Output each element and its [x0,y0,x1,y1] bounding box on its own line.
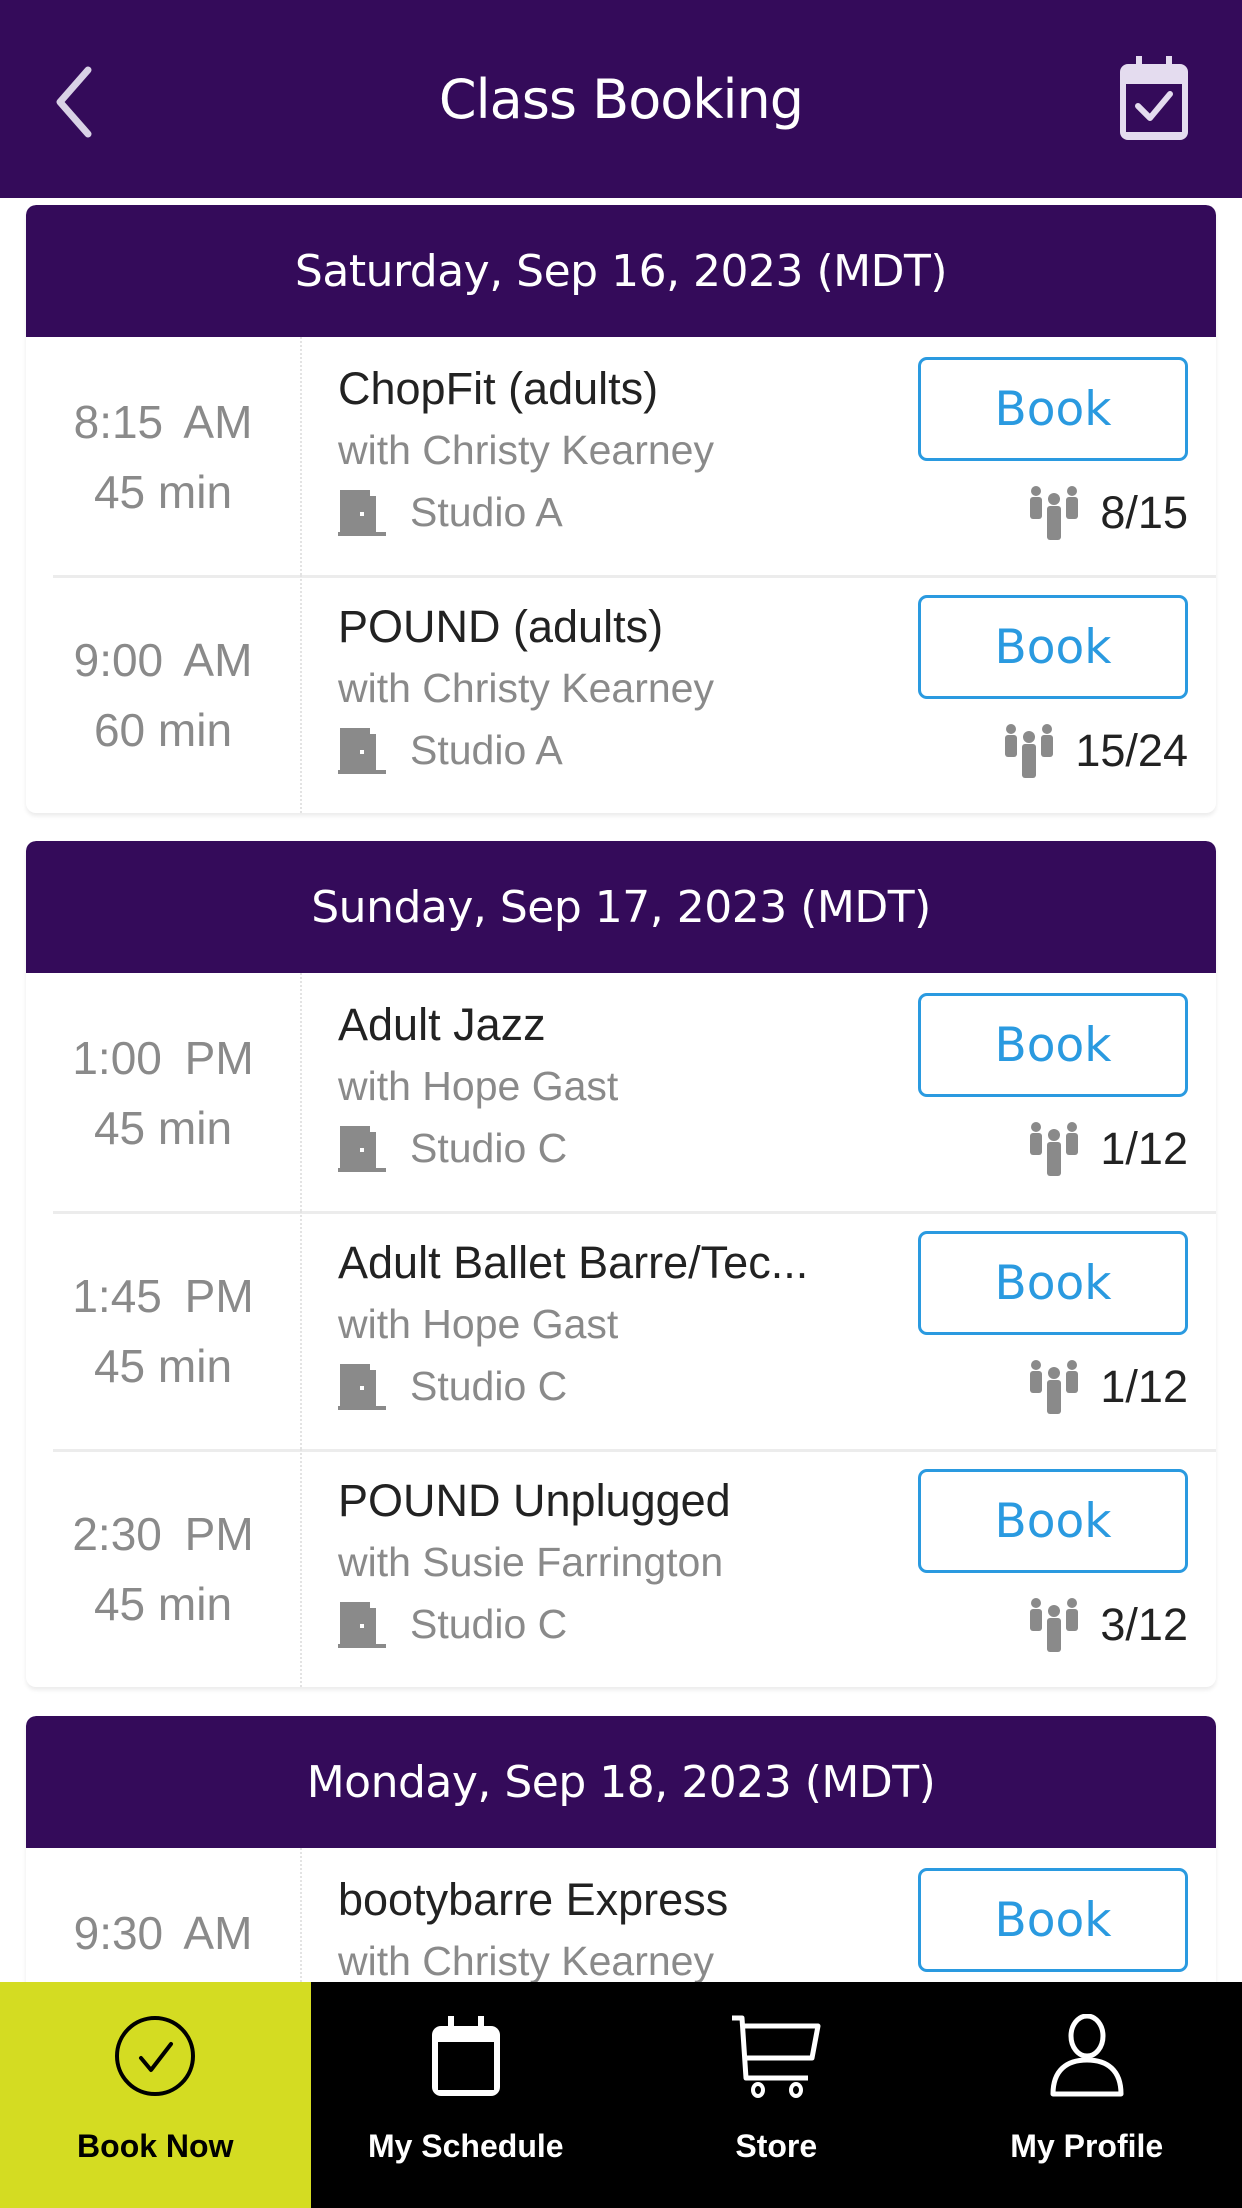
class-schedule-list[interactable]: Saturday, Sep 16, 2023 (MDT) 8:15 AM 45 … [0,198,1242,1982]
book-button[interactable]: Book [918,1868,1188,1972]
capacity-count: 3/12 [1100,1599,1188,1650]
people-icon [1030,1598,1079,1652]
location-label: Studio C [410,1601,568,1647]
bottom-tab-bar: Book Now My Schedule Store My Profile [0,1982,1242,2208]
class-name: POUND Unplugged [338,1475,731,1526]
book-button[interactable]: Book [918,993,1188,1097]
person-icon [1050,2014,1124,2097]
class-duration: 45 min [93,1102,233,1154]
book-button[interactable]: Book [918,595,1188,699]
people-icon [1030,486,1079,540]
capacity: 1/12 [1026,1121,1188,1177]
book-button[interactable]: Book [918,1469,1188,1573]
class-row[interactable]: 2:30 PM 45 min POUND Unplugged with Susi… [26,1449,1216,1687]
class-name: ChopFit (adults) [338,363,659,414]
tab-label: Store [735,2128,818,2164]
calendar-check-icon [1120,56,1188,140]
door-icon [338,489,386,536]
people-icon [1030,1122,1079,1176]
capacity-count: 1/12 [1100,1361,1188,1412]
tab-book-now[interactable]: Book Now [0,1982,311,2208]
class-instructor: with Hope Gast [338,1301,619,1347]
tab-label: My Profile [1010,2128,1164,2164]
calendar-icon [431,2016,500,2096]
class-name: Adult Jazz [338,999,546,1050]
time-column: 1:45 PM 45 min [26,1211,302,1449]
class-location: Studio C [338,1363,567,1410]
class-location: Studio A [338,489,563,536]
class-instructor: with Susie Farrington [338,1539,724,1585]
class-location: Studio A [338,727,563,774]
door-icon [338,727,386,774]
capacity: 15/24 [1001,723,1188,779]
capacity: 1/12 [1026,1359,1188,1415]
location-label: Studio A [410,727,563,773]
tab-label: My Schedule [367,2128,564,2164]
class-time: 9:00 AM [73,634,253,686]
time-column: 2:30 PM 45 min [26,1449,302,1687]
people-icon [1005,724,1054,778]
class-instructor: with Christy Kearney [338,427,714,473]
book-button[interactable]: Book [918,1231,1188,1335]
class-duration: 45 min [93,1340,233,1392]
tab-my-profile[interactable]: My Profile [932,1982,1242,2208]
class-time: 1:45 PM [72,1270,254,1322]
class-time: 8:15 AM [73,396,253,448]
tab-my-schedule[interactable]: My Schedule [311,1982,622,2208]
class-instructor: with Christy Kearney [338,665,714,711]
class-duration: 45 min [93,1578,233,1630]
class-duration: 60 min [93,704,233,756]
door-icon [338,1125,386,1172]
check-circle-icon [115,2016,196,2096]
book-button[interactable]: Book [918,357,1188,461]
day-section: Sunday, Sep 17, 2023 (MDT) 1:00 PM 45 mi… [26,841,1216,1687]
class-time: 1:00 PM [72,1032,254,1084]
class-instructor: with Hope Gast [338,1063,619,1109]
door-icon [338,1601,386,1648]
people-icon [1030,1360,1079,1414]
location-label: Studio C [410,1363,568,1409]
class-name: Adult Ballet Barre/Tec... [338,1237,809,1288]
class-row[interactable]: 1:45 PM 45 min Adult Ballet Barre/Tec...… [26,1211,1216,1449]
day-header: Sunday, Sep 17, 2023 (MDT) [26,841,1216,973]
class-location: Studio C [338,1601,567,1648]
day-header: Saturday, Sep 16, 2023 (MDT) [26,205,1216,337]
class-location: Studio C [338,1125,567,1172]
class-row[interactable]: 8:15 AM 45 min ChopFit (adults) with Chr… [26,337,1216,575]
class-time: 9:30 AM [73,1907,253,1959]
capacity: 8/15 [1026,485,1188,541]
tab-label: Book Now [77,2128,234,2164]
class-duration: 45 min [93,466,233,518]
capacity: 3/12 [1026,1597,1188,1653]
door-icon [338,1363,386,1410]
class-name: bootybarre Express [338,1874,729,1925]
page-title: Class Booking [438,68,804,131]
capacity-count: 8/15 [1100,487,1188,538]
day-header: Monday, Sep 18, 2023 (MDT) [26,1716,1216,1848]
time-column: 8:15 AM 45 min [26,337,302,575]
class-time: 2:30 PM [72,1508,254,1560]
capacity-count: 1/12 [1100,1123,1188,1174]
day-section: Saturday, Sep 16, 2023 (MDT) 8:15 AM 45 … [26,205,1216,813]
class-row[interactable]: 9:30 AM bootybarre Express with Christy … [26,1848,1216,1982]
location-label: Studio C [410,1125,568,1171]
class-row[interactable]: 1:00 PM 45 min Adult Jazz with Hope Gast… [26,973,1216,1211]
time-column: 9:00 AM 60 min [26,575,302,813]
calendar-button[interactable] [1116,54,1192,142]
class-row[interactable]: 9:00 AM 60 min POUND (adults) with Chris… [26,575,1216,813]
cart-icon [732,2015,821,2098]
location-label: Studio A [410,489,563,535]
capacity-count: 15/24 [1075,725,1188,776]
time-column: 1:00 PM 45 min [26,973,302,1211]
top-app-bar: Class Booking [0,0,1242,198]
time-column: 9:30 AM [26,1848,302,1982]
class-name: POUND (adults) [338,601,664,652]
day-section: Monday, Sep 18, 2023 (MDT) 9:30 AM booty… [26,1716,1216,1982]
tab-store[interactable]: Store [621,1982,932,2208]
class-instructor: with Christy Kearney [338,1938,714,1982]
